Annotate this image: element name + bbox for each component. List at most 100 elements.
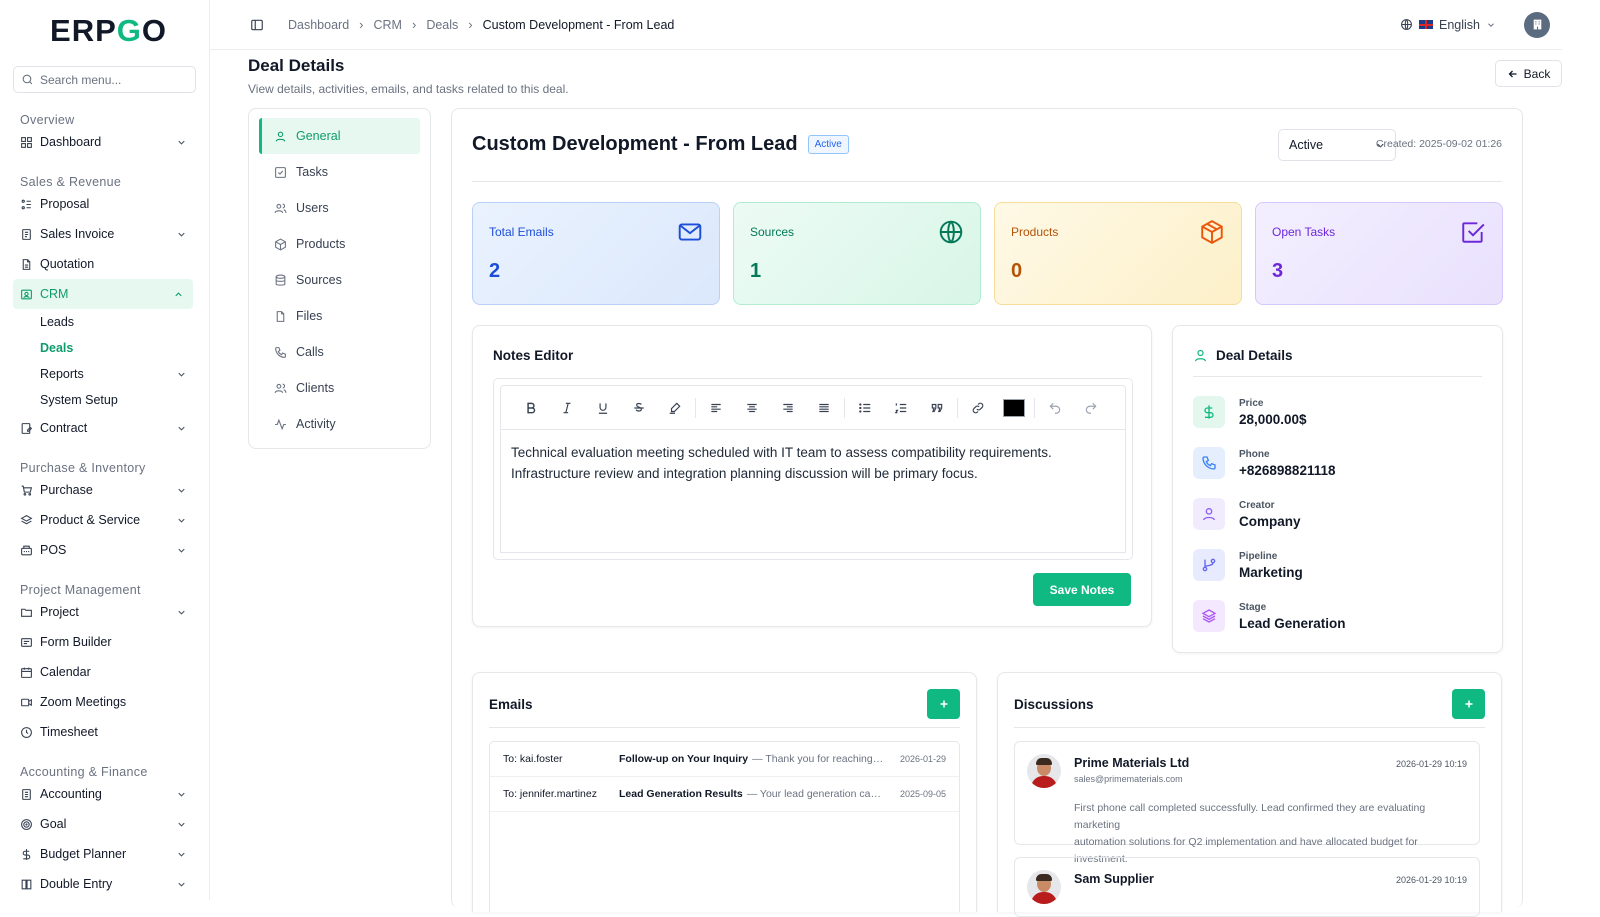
checkbox-icon	[1462, 222, 1485, 243]
sidebar-item-budget[interactable]: Budget Planner	[0, 839, 209, 869]
sidebar-item-label: Sales Invoice	[40, 227, 115, 241]
sidebar-item-accounting[interactable]: Accounting	[0, 779, 209, 809]
chevron-down-icon	[178, 852, 185, 857]
sidebar-item-contract[interactable]: Contract	[0, 413, 209, 443]
sidebar-item-timesheet[interactable]: Timesheet	[0, 717, 209, 747]
sidebar-item-goal[interactable]: Goal	[0, 809, 209, 839]
detail-label: Price	[1239, 397, 1264, 409]
align-center-icon[interactable]	[734, 401, 770, 415]
save-notes-button[interactable]: Save Notes	[1033, 573, 1131, 606]
sidebar-subitem-reports[interactable]: Reports	[0, 361, 209, 387]
logo-letter: E	[50, 13, 72, 48]
underline-icon[interactable]	[585, 401, 621, 415]
deal-details-header: Deal Details	[1193, 348, 1293, 363]
sidebar-item-zoom[interactable]: Zoom Meetings	[0, 687, 209, 717]
detail-row-price: Price 28,000.00$	[1193, 396, 1307, 428]
sidebar-item-label: Zoom Meetings	[40, 695, 127, 709]
sidebar-item-label: Purchase	[40, 483, 93, 497]
highlighter-icon[interactable]	[657, 401, 693, 415]
tab-files[interactable]: Files	[259, 298, 420, 334]
stat-value: 1	[750, 260, 762, 282]
search-input[interactable]: Search menu...	[13, 66, 196, 93]
strikethrough-icon[interactable]	[621, 401, 657, 415]
color-swatch	[1003, 398, 1025, 417]
sidebar-item-product-service[interactable]: Product & Service	[0, 505, 209, 535]
tab-label: Sources	[296, 273, 342, 287]
mail-icon	[678, 223, 702, 241]
target-icon	[21, 818, 32, 830]
sidebar-item-label: Quotation	[40, 257, 95, 271]
sidebar-subitem-system-setup[interactable]: System Setup	[0, 387, 209, 413]
link-icon[interactable]	[960, 401, 996, 415]
breadcrumb-dashboard[interactable]: Dashboard	[288, 18, 349, 32]
breadcrumb: Dashboard › CRM › Deals › Custom Develop…	[288, 17, 674, 32]
align-right-icon[interactable]	[770, 401, 806, 415]
sidebar-toggle-icon[interactable]	[250, 18, 264, 32]
add-email-button[interactable]	[927, 689, 960, 719]
align-left-icon[interactable]	[698, 401, 734, 415]
sidebar-subitem-leads[interactable]: Leads	[0, 309, 209, 335]
tab-sources[interactable]: Sources	[259, 262, 420, 298]
tab-calls[interactable]: Calls	[259, 334, 420, 370]
chevron-up-icon	[175, 291, 182, 296]
add-discussion-button[interactable]	[1452, 689, 1485, 719]
page-subtitle: View details, activities, emails, and ta…	[248, 82, 569, 96]
tab-label: Clients	[296, 381, 335, 395]
sidebar-item-dashboard[interactable]: Dashboard	[0, 127, 209, 157]
sidebar-item-double-entry[interactable]: Double Entry	[0, 869, 209, 899]
sidebar-item-form-builder[interactable]: Form Builder	[0, 627, 209, 657]
chevron-down-icon	[178, 792, 185, 797]
user-avatar[interactable]	[1524, 11, 1550, 38]
redo-icon[interactable]	[1073, 401, 1109, 415]
text-color-picker[interactable]	[996, 398, 1032, 417]
italic-icon[interactable]	[549, 401, 585, 415]
sidebar-item-pos[interactable]: POS	[0, 535, 209, 565]
main-content: Deal Details View details, activities, e…	[248, 50, 1562, 917]
detail-label: Creator	[1239, 499, 1275, 511]
back-button[interactable]: Back	[1495, 60, 1562, 87]
breadcrumb-crm[interactable]: CRM	[374, 18, 402, 32]
sidebar-item-proposal[interactable]: Proposal	[0, 189, 209, 219]
chevron-down-icon	[178, 232, 185, 237]
sidebar-item-calendar[interactable]: Calendar	[0, 657, 209, 687]
bold-icon[interactable]	[513, 401, 549, 415]
arrow-left-icon	[1508, 70, 1517, 77]
divider	[489, 727, 960, 728]
users-icon	[274, 383, 287, 393]
tab-general[interactable]: General	[259, 118, 420, 154]
breadcrumb-deals[interactable]: Deals	[426, 18, 458, 32]
status-select-value: Active	[1289, 138, 1324, 152]
email-row[interactable]: To: kai.foster Follow-up on Your Inquiry…	[490, 742, 959, 777]
tab-users[interactable]: Users	[259, 190, 420, 226]
sidebar-item-purchase[interactable]: Purchase	[0, 475, 209, 505]
sidebar-subitem-deals[interactable]: Deals	[0, 335, 209, 361]
sidebar-item-sales-invoice[interactable]: Sales Invoice	[0, 219, 209, 249]
sidebar-item-crm[interactable]: CRM	[13, 279, 193, 309]
notes-editor-card: Notes Editor Technical evaluation meetin…	[472, 325, 1152, 627]
section-purchase: Purchase & Inventory	[20, 461, 146, 475]
notes-textarea[interactable]: Technical evaluation meeting scheduled w…	[500, 429, 1126, 553]
tab-activity[interactable]: Activity	[259, 406, 420, 442]
stat-card-emails: Total Emails 2	[472, 202, 720, 305]
detail-value: 28,000.00$	[1239, 411, 1307, 427]
sidebar-item-quotation[interactable]: Quotation	[0, 249, 209, 279]
deal-details-card: Deal Details Price 28,000.00$ Phone +82689…	[1172, 325, 1503, 653]
numbered-list-icon[interactable]	[883, 401, 919, 415]
quote-icon[interactable]	[919, 401, 955, 415]
discussion-date: 2026-01-29 10:19	[1395, 759, 1467, 769]
language-selector[interactable]: English	[1400, 18, 1496, 32]
tab-products[interactable]: Products	[259, 226, 420, 262]
sidebar-item-project[interactable]: Project	[0, 597, 209, 627]
align-justify-icon[interactable]	[806, 401, 842, 415]
bullet-list-icon[interactable]	[847, 401, 883, 415]
plus-icon	[1465, 700, 1472, 708]
chevron-down-icon	[178, 882, 185, 887]
divider	[472, 181, 1502, 182]
page-title: Deal Details	[248, 56, 345, 75]
logo[interactable]: E RP G O	[0, 0, 209, 62]
tab-tasks[interactable]: Tasks	[259, 154, 420, 190]
video-icon	[21, 698, 32, 706]
undo-icon[interactable]	[1037, 401, 1073, 415]
email-row[interactable]: To: jennifer.martinez Lead Generation Re…	[490, 777, 959, 812]
tab-clients[interactable]: Clients	[259, 370, 420, 406]
